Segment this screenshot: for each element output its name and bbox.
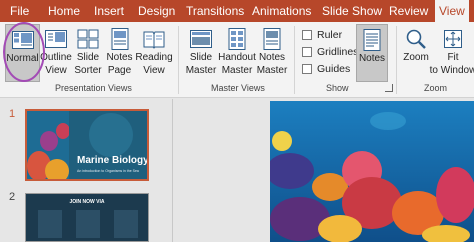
handout-master-label: Handout Master xyxy=(218,52,256,76)
slide-2-card xyxy=(38,210,62,238)
slide-master-label: Slide Master xyxy=(185,52,217,76)
tab-animations[interactable]: Animations xyxy=(252,0,311,22)
fit-to-window-icon xyxy=(444,30,462,48)
notes-master-label: Notes Master xyxy=(256,52,288,76)
ruler-checkbox-box[interactable] xyxy=(302,29,312,40)
outline-view-label: Outline View xyxy=(40,52,72,76)
coral-reef-image xyxy=(270,101,474,242)
slide-number-1: 1 xyxy=(9,108,16,120)
presentation-views-group-label: Presentation Views xyxy=(55,83,132,93)
guides-checkbox-box[interactable] xyxy=(302,63,312,74)
tab-slide-show[interactable]: Slide Show xyxy=(322,0,382,22)
notes-page-button[interactable]: Notes Page xyxy=(106,24,133,82)
slide-1-subtitle: An introduction to Organisms in the Sea xyxy=(77,169,139,173)
current-slide-canvas[interactable] xyxy=(270,101,474,242)
outline-view-button[interactable]: Outline View xyxy=(40,24,72,82)
magnifier-icon xyxy=(406,29,426,49)
slide-1-title: Marine Biology xyxy=(77,155,149,166)
ribbon-tab-bar: File Home Insert Design Transitions Anim… xyxy=(0,0,474,22)
reading-view-button[interactable]: Reading View xyxy=(135,24,173,82)
dialog-launcher-icon[interactable] xyxy=(385,84,393,92)
notes-label: Notes xyxy=(358,53,386,64)
notes-button[interactable]: Notes xyxy=(356,24,388,82)
slide-sorter-icon xyxy=(77,29,99,49)
slide-master-button[interactable]: Slide Master xyxy=(184,24,218,82)
slide-2-card xyxy=(114,210,138,238)
guides-checkbox[interactable]: Guides xyxy=(302,61,350,76)
tab-home[interactable]: Home xyxy=(48,0,80,22)
notes-page-icon xyxy=(111,28,128,50)
slide-2-heading: JOIN NOW VIA xyxy=(69,199,105,205)
highlight-annotation xyxy=(3,22,45,82)
slide-2-card xyxy=(76,210,100,238)
group-separator xyxy=(178,26,179,94)
tab-transitions[interactable]: Transitions xyxy=(186,0,244,22)
notes-page-label: Notes Page xyxy=(106,52,133,76)
notes-master-icon xyxy=(263,28,281,50)
fit-to-window-label: Fit to Window xyxy=(429,52,474,76)
gridlines-checkbox[interactable]: Gridlines xyxy=(302,44,358,59)
notes-icon xyxy=(363,29,381,51)
show-group-label: Show xyxy=(326,83,349,93)
slide-number-2: 2 xyxy=(9,191,16,203)
tab-view[interactable]: View xyxy=(435,0,469,22)
zoom-label: Zoom xyxy=(403,52,429,63)
tab-file[interactable]: File xyxy=(10,0,29,22)
fit-to-window-button[interactable]: Fit to Window xyxy=(430,24,474,82)
zoom-group-label: Zoom xyxy=(424,83,448,93)
slide-thumbnail-1[interactable]: Marine Biology An introduction to Organi… xyxy=(25,109,149,181)
slide-sorter-button[interactable]: Slide Sorter xyxy=(73,24,103,82)
notes-master-button[interactable]: Notes Master xyxy=(257,24,287,82)
slide-sorter-label: Slide Sorter xyxy=(74,52,102,76)
ruler-checkbox[interactable]: Ruler xyxy=(302,27,342,42)
guides-label: Guides xyxy=(317,62,351,75)
group-separator xyxy=(294,26,295,94)
handout-master-icon xyxy=(228,28,246,50)
group-separator xyxy=(396,26,397,94)
slide-thumbnail-2[interactable]: JOIN NOW VIA xyxy=(25,193,149,242)
reading-view-icon xyxy=(143,31,165,49)
tab-review[interactable]: Review xyxy=(389,0,428,22)
ribbon: Normal Outline View Slide Sorter Notes Page xyxy=(0,22,474,98)
master-views-group-label: Master Views xyxy=(211,83,265,93)
outline-view-icon xyxy=(45,30,67,48)
ruler-label: Ruler xyxy=(317,28,343,41)
zoom-button[interactable]: Zoom xyxy=(401,24,431,82)
tab-design[interactable]: Design xyxy=(138,0,175,22)
gridlines-checkbox-box[interactable] xyxy=(302,46,312,57)
gridlines-label: Gridlines xyxy=(317,45,359,58)
slide-master-icon xyxy=(190,30,212,48)
reading-view-label: Reading View xyxy=(135,52,173,76)
tab-insert[interactable]: Insert xyxy=(94,0,124,22)
handout-master-button[interactable]: Handout Master xyxy=(218,24,256,82)
